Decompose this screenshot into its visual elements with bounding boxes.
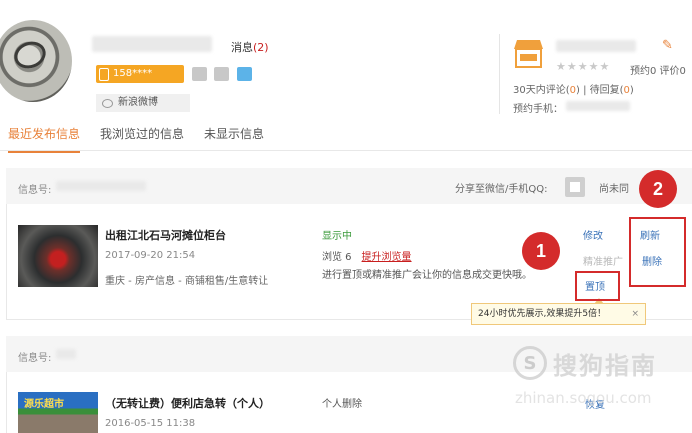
highlight-box-refresh-delete: [629, 217, 686, 287]
listing-thumbnail-2[interactable]: 源乐超市: [18, 392, 98, 433]
listing-category: 重庆 - 房产信息 - 商铺租售/生意转让: [105, 276, 269, 287]
listing-id-redacted-2: [56, 349, 76, 359]
listing-views: 浏览 6 提升浏览量: [322, 248, 412, 263]
share-label: 分享至微信/手机QQ:: [455, 184, 548, 195]
edit-button[interactable]: 修改: [583, 227, 603, 242]
email-icon[interactable]: [192, 67, 207, 81]
listing-title[interactable]: 出租江北石马河摊位柜台: [105, 227, 226, 243]
step-badge-2: 2: [639, 170, 677, 208]
listing-date-2: 2016-05-15 11:38: [105, 418, 196, 429]
pin-top-tooltip: 24小时优先展示,效果提升5倍！ ×: [471, 298, 646, 325]
phone-number: 158****: [113, 68, 153, 79]
wechat-icon[interactable]: [214, 67, 229, 81]
review-stats: 30天内评论(0) | 待回复(0): [513, 81, 634, 96]
precise-promote-button[interactable]: 精准推广: [583, 253, 623, 268]
divider: [499, 34, 500, 114]
view-count: 浏览 6: [322, 252, 352, 263]
step-badge-1: 1: [522, 232, 560, 270]
booking-phone-redacted: [566, 101, 630, 111]
messages-link[interactable]: 消息(2): [231, 39, 269, 55]
watermark-logo-icon: S: [513, 346, 547, 380]
messages-count: (2): [253, 41, 269, 54]
qr-code-icon[interactable]: [565, 177, 585, 197]
highlight-box-pin-top: [575, 271, 620, 301]
reviews-prefix: 30天内评论(: [513, 85, 570, 96]
user-avatar[interactable]: [0, 20, 72, 102]
weibo-link[interactable]: 新浪微博: [96, 94, 190, 112]
tab-browsed[interactable]: 我浏览过的信息: [100, 125, 184, 153]
boost-views-link[interactable]: 提升浏览量: [362, 252, 412, 263]
rating-stars: ★★★★★: [556, 60, 611, 73]
tab-hidden[interactable]: 未显示信息: [204, 125, 264, 153]
tooltip-text: 24小时优先展示,效果提升5倍！: [478, 309, 607, 319]
shop-name-redacted: [556, 40, 636, 52]
listing-id-redacted: [56, 181, 146, 191]
shop-icon: [514, 40, 543, 68]
edit-pencil-icon[interactable]: ✎: [662, 38, 673, 53]
promotion-tip: 进行置顶或精准推广会让你的信息成交更快哦。: [322, 270, 532, 281]
phone-badge[interactable]: 158****: [96, 65, 184, 83]
listing-status: 显示中: [322, 231, 352, 242]
listing-title-2[interactable]: （无转让费）便利店急转（个人）: [105, 395, 270, 411]
thumbnail-sign-text: 源乐超市: [24, 399, 64, 410]
sync-label: 尚未同: [599, 184, 629, 195]
tab-recent-posts[interactable]: 最近发布信息: [8, 125, 81, 153]
listing-date: 2017-09-20 21:54: [105, 250, 196, 261]
tab-divider: [0, 150, 692, 151]
booking-phone: 预约手机：: [513, 100, 563, 115]
tab-bar: 最近发布信息 我浏览过的信息 未显示信息: [8, 125, 264, 153]
reviews-suffix: ): [629, 85, 634, 96]
phone-icon: [99, 67, 109, 81]
listing-id-label: 信息号:: [18, 185, 52, 196]
messages-label: 消息: [231, 41, 253, 54]
close-icon[interactable]: ×: [631, 304, 639, 324]
listing-thumbnail[interactable]: [18, 225, 98, 287]
booking-phone-label: 预约手机：: [513, 104, 563, 115]
listing-id-label-2: 信息号:: [18, 353, 52, 364]
username-redacted: [92, 36, 212, 52]
qq-icon[interactable]: [237, 67, 252, 81]
listing-status-2: 个人删除: [322, 399, 362, 410]
weibo-label: 新浪微博: [118, 97, 158, 108]
watermark-url: zhinan.sogou.com: [515, 389, 652, 407]
watermark-text: 搜狗指南: [553, 352, 657, 380]
weibo-icon: [102, 98, 113, 108]
reviews-mid: ) | 待回复(: [576, 85, 624, 96]
booking-stats: 预约0 评价0: [630, 66, 686, 77]
